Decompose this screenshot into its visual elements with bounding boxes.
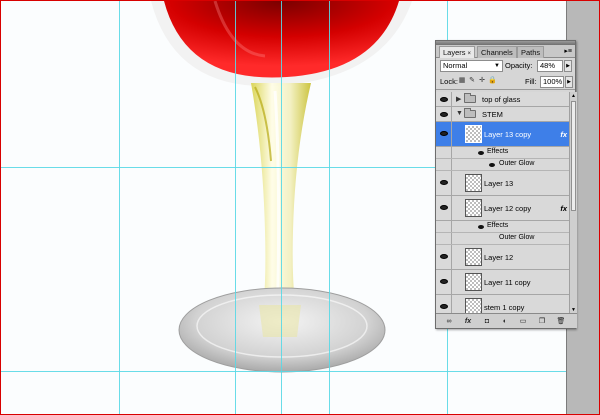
layer-thumbnail [465, 199, 482, 217]
guide-vertical[interactable] [235, 1, 236, 414]
folder-icon [464, 93, 476, 103]
adjustment-layer-icon[interactable]: ◐ [500, 317, 510, 326]
opacity-label: Opacity: [505, 61, 533, 70]
tab-paths[interactable]: Paths [517, 46, 545, 58]
chevron-right-icon[interactable]: ▶ [456, 95, 461, 103]
outer-glow-row[interactable]: Outer Glow [436, 159, 569, 171]
lock-label: Lock: [440, 77, 458, 86]
layer-name: STEM [482, 110, 503, 119]
tab-layers[interactable]: Layers × [439, 46, 476, 58]
layer-name: Layer 13 [484, 179, 514, 188]
layer-name: Layer 12 copy [484, 204, 532, 213]
scroll-thumb[interactable] [571, 101, 576, 211]
eye-icon[interactable] [440, 131, 448, 136]
fill-input[interactable]: 100% [540, 76, 564, 88]
link-layers-icon[interactable]: ∞ [444, 317, 454, 326]
lock-transparent-icon[interactable]: ▦ [458, 77, 466, 85]
blend-mode-select[interactable]: Normal ▼ [440, 60, 503, 72]
eye-icon[interactable] [440, 304, 448, 309]
outer-glow-label: Outer Glow [499, 160, 535, 167]
layer-row-layer-11-copy[interactable]: Layer 11 copy [436, 270, 569, 295]
tab-channels-label: Channels [481, 48, 513, 57]
layer-thumbnail [465, 174, 482, 192]
fill-slider-button[interactable]: ▶ [565, 76, 573, 88]
fx-icon[interactable]: fx [560, 204, 567, 213]
chevron-down-icon[interactable]: ▼ [456, 110, 463, 117]
layer-name: Layer 12 [484, 253, 514, 262]
lock-row: Lock: ▦ ✎ ✛ 🔒 Fill: 100% ▶ [436, 74, 575, 90]
layer-style-icon[interactable]: fx [463, 317, 473, 326]
lock-position-icon[interactable]: ✛ [478, 77, 486, 85]
layer-row-layer-13[interactable]: Layer 13 [436, 171, 569, 196]
lock-image-icon[interactable]: ✎ [468, 77, 476, 85]
effects-label: Effects [487, 222, 509, 229]
blend-row: Normal ▼ Opacity: 48% ▶ [436, 58, 575, 74]
effects-row[interactable]: Effects [436, 147, 569, 159]
new-layer-icon[interactable]: ❐ [537, 317, 547, 326]
eye-icon[interactable] [440, 97, 448, 102]
layer-thumbnail [465, 273, 482, 291]
eye-icon[interactable] [440, 205, 448, 210]
tab-channels[interactable]: Channels [477, 46, 517, 58]
layer-name: Layer 13 copy [484, 130, 532, 139]
effects-label: Effects [487, 148, 509, 155]
layer-mask-icon[interactable]: ◘ [482, 317, 492, 326]
blend-mode-value: Normal [443, 61, 468, 70]
eye-icon[interactable] [440, 112, 448, 117]
panel-menu-icon[interactable]: ▸≡ [564, 47, 572, 55]
layer-row-layer-13-copy[interactable]: Layer 13 copy fx [436, 122, 569, 147]
opacity-input[interactable]: 48% [537, 60, 563, 72]
eye-icon[interactable] [440, 254, 448, 259]
opacity-slider-button[interactable]: ▶ [564, 60, 572, 72]
effects-row[interactable]: Effects [436, 221, 569, 233]
close-icon[interactable]: × [468, 51, 472, 57]
fx-icon[interactable]: fx [560, 130, 567, 139]
layer-name: Layer 11 copy [484, 278, 531, 287]
fill-label: Fill: [525, 77, 537, 86]
layer-row-stem[interactable]: ▼ STEM [436, 107, 569, 122]
layers-list: ▶ top of glass ▼ STEM Layer 13 copy fx E… [436, 92, 569, 314]
guide-horizontal[interactable] [1, 371, 569, 372]
trash-icon[interactable]: 🗑 [556, 317, 566, 326]
layer-thumbnail [465, 248, 482, 266]
guide-vertical[interactable] [119, 1, 120, 414]
eye-icon[interactable] [440, 180, 448, 185]
chevron-down-icon: ▼ [494, 63, 500, 69]
panel-bottom-toolbar: ∞ fx ◘ ◐ ▭ ❐ 🗑 [436, 313, 577, 328]
new-group-icon[interactable]: ▭ [518, 317, 528, 326]
layers-panel: Layers × Channels Paths ▸≡ Normal ▼ Opaci… [435, 40, 577, 329]
layers-scrollbar[interactable]: ▲ ▼ [569, 92, 577, 314]
folder-icon [464, 108, 476, 118]
tab-paths-label: Paths [521, 48, 541, 57]
guide-vertical[interactable] [281, 1, 282, 414]
guide-vertical[interactable] [329, 1, 330, 414]
layer-name: top of glass [482, 95, 521, 104]
eye-icon[interactable] [478, 151, 484, 155]
tab-layers-label: Layers [443, 48, 466, 57]
eye-icon[interactable] [440, 279, 448, 284]
outer-glow-row[interactable]: Outer Glow [436, 233, 569, 245]
lock-all-icon[interactable]: 🔒 [488, 77, 497, 85]
scroll-up-icon[interactable]: ▲ [570, 92, 577, 100]
eye-icon[interactable] [478, 225, 484, 229]
layer-thumbnail [465, 298, 482, 314]
outer-glow-label: Outer Glow [499, 234, 535, 241]
eye-icon[interactable] [489, 163, 495, 167]
layer-thumbnail [465, 125, 482, 143]
layer-name: stem 1 copy [484, 303, 525, 312]
panel-tabs: Layers × Channels Paths ▸≡ [436, 45, 575, 58]
layer-row-top-of-glass[interactable]: ▶ top of glass [436, 92, 569, 107]
layer-row-layer-12-copy[interactable]: Layer 12 copy fx [436, 196, 569, 221]
layer-row-layer-12[interactable]: Layer 12 [436, 245, 569, 270]
layer-row-stem-1-copy[interactable]: stem 1 copy [436, 295, 569, 314]
